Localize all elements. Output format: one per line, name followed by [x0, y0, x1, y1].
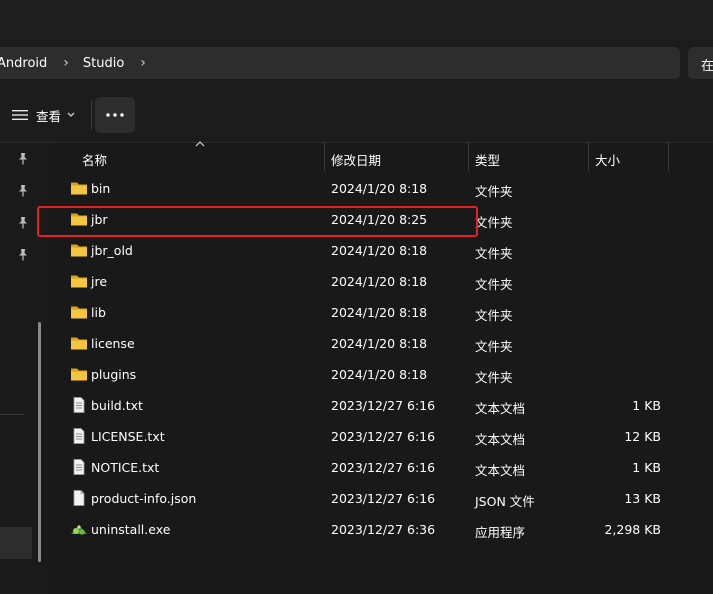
folder-icon [71, 275, 87, 288]
file-size: 12 KB [624, 429, 661, 444]
file-row[interactable]: jbr_old 2024/1/20 8:18 文件夹 [52, 235, 713, 266]
file-type: 文件夹 [475, 277, 513, 292]
breadcrumb-android[interactable]: Android [0, 56, 47, 71]
file-type: 文件夹 [475, 246, 513, 261]
more-dots-icon [106, 113, 124, 117]
file-name: LICENSE.txt [91, 429, 165, 444]
file-type: 文件夹 [475, 339, 513, 354]
file-type: JSON 文件 [475, 494, 535, 509]
file-row[interactable]: NOTICE.txt 2023/12/27 6:16 文本文档 1 KB [52, 452, 713, 483]
file-type: 文本文档 [475, 401, 526, 416]
more-options-button[interactable] [95, 97, 135, 133]
file-row[interactable]: jre 2024/1/20 8:18 文件夹 [52, 266, 713, 297]
blank-file-icon [73, 490, 85, 506]
file-date: 2024/1/20 8:18 [331, 305, 428, 320]
file-type: 文件夹 [475, 184, 513, 199]
file-date: 2024/1/20 8:18 [331, 274, 428, 289]
file-name: plugins [91, 367, 137, 382]
folder-icon [71, 306, 87, 319]
folder-icon [71, 182, 87, 195]
file-date: 2023/12/27 6:16 [331, 460, 436, 475]
file-type: 文本文档 [475, 463, 526, 478]
search-box[interactable]: 在 [688, 47, 713, 79]
file-row[interactable]: bin 2024/1/20 8:18 文件夹 [52, 173, 713, 204]
column-header-name-label: 名称 [82, 153, 108, 168]
folder-icon [71, 244, 87, 257]
file-date: 2024/1/20 8:18 [331, 367, 428, 382]
file-name: uninstall.exe [91, 522, 171, 537]
file-row[interactable]: build.txt 2023/12/27 6:16 文本文档 1 KB [52, 390, 713, 421]
file-date: 2024/1/20 8:18 [331, 336, 428, 351]
file-row[interactable]: LICENSE.txt 2023/12/27 6:16 文本文档 12 KB [52, 421, 713, 452]
pin-icon[interactable] [17, 216, 29, 230]
file-type: 文本文档 [475, 432, 526, 447]
column-header-date-label: 修改日期 [331, 153, 382, 168]
column-header-date[interactable]: 修改日期 [325, 143, 468, 171]
view-button-label: 查看 [36, 108, 62, 124]
file-type: 应用程序 [475, 525, 526, 540]
file-name: lib [91, 305, 106, 320]
sort-ascending-icon [195, 141, 205, 147]
address-bar[interactable]: Android › Studio › [0, 47, 680, 79]
pin-icon[interactable] [17, 152, 29, 166]
file-date: 2024/1/20 8:18 [331, 181, 428, 196]
file-size: 2,298 KB [604, 522, 661, 537]
pin-icon[interactable] [17, 184, 29, 198]
file-name: jre [91, 274, 108, 289]
command-bar-divider [91, 100, 92, 130]
file-size: 1 KB [632, 398, 661, 413]
column-header-size-label: 大小 [595, 153, 621, 168]
file-row[interactable]: lib 2024/1/20 8:18 文件夹 [52, 297, 713, 328]
column-header-size[interactable]: 大小 [589, 143, 668, 171]
pin-icon[interactable] [17, 248, 29, 262]
file-date: 2023/12/27 6:16 [331, 398, 436, 413]
highlight-annotation-box [37, 206, 478, 237]
breadcrumb-studio[interactable]: Studio [83, 56, 124, 71]
folder-icon [71, 368, 87, 381]
column-header-type-label: 类型 [475, 153, 501, 168]
file-date: 2024/1/20 8:18 [331, 243, 428, 258]
view-button[interactable]: 查看 [6, 98, 81, 132]
text-document-icon [73, 397, 85, 413]
file-name: build.txt [91, 398, 143, 413]
column-header-name[interactable]: 名称 [52, 143, 324, 171]
file-date: 2023/12/27 6:16 [331, 491, 436, 506]
file-name: bin [91, 181, 111, 196]
breadcrumb-chevron-icon[interactable]: › [63, 55, 69, 71]
file-row[interactable]: license 2024/1/20 8:18 文件夹 [52, 328, 713, 359]
file-row[interactable]: uninstall.exe 2023/12/27 6:36 应用程序 2,298… [52, 514, 713, 545]
column-separator[interactable] [668, 143, 669, 171]
file-date: 2023/12/27 6:36 [331, 522, 436, 537]
text-document-icon [73, 459, 85, 475]
file-type: 文件夹 [475, 370, 513, 385]
file-type: 文件夹 [475, 308, 513, 323]
breadcrumb-chevron-icon[interactable]: › [140, 55, 146, 71]
file-date: 2023/12/27 6:16 [331, 429, 436, 444]
file-name: jbr_old [91, 243, 133, 258]
folder-icon [71, 337, 87, 350]
view-lines-icon [12, 110, 28, 120]
search-placeholder: 在 [701, 59, 713, 74]
navigation-scrollbar[interactable] [38, 322, 41, 562]
file-type: 文件夹 [475, 215, 513, 230]
file-row[interactable]: plugins 2024/1/20 8:18 文件夹 [52, 359, 713, 390]
text-document-icon [73, 428, 85, 444]
chevron-down-icon [67, 112, 75, 117]
window-titlebar [0, 0, 713, 40]
file-size: 1 KB [632, 460, 661, 475]
column-header-type[interactable]: 类型 [469, 143, 588, 171]
file-name: NOTICE.txt [91, 460, 160, 475]
uninstaller-icon [71, 525, 87, 535]
navigation-selected-item[interactable] [0, 527, 32, 559]
file-name: product-info.json [91, 491, 197, 506]
file-name: license [91, 336, 135, 351]
navigation-divider [0, 414, 24, 415]
file-row[interactable]: product-info.json 2023/12/27 6:16 JSON 文… [52, 483, 713, 514]
file-size: 13 KB [624, 491, 661, 506]
